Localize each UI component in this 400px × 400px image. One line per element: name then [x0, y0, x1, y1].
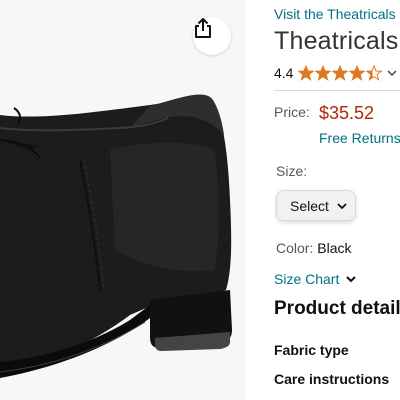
- chevron-down-icon: [337, 202, 347, 209]
- star-icon: [315, 65, 332, 81]
- store-link[interactable]: Visit the Theatricals Store: [274, 6, 400, 22]
- share-button[interactable]: [193, 17, 231, 55]
- color-row: Color: Black: [276, 240, 351, 256]
- star-icon: [332, 65, 349, 81]
- star-icon: [349, 65, 366, 81]
- share-icon: [195, 18, 211, 38]
- tap-shoe-image: [0, 0, 246, 400]
- size-select-value: Select: [290, 197, 329, 214]
- size-label: Size:: [276, 163, 308, 179]
- star-icon: [298, 65, 315, 81]
- color-value: Black: [317, 240, 352, 256]
- free-returns-link[interactable]: Free Returns: [319, 130, 400, 146]
- size-select-dropdown[interactable]: Select: [276, 190, 356, 221]
- price-label: Price:: [274, 104, 310, 120]
- rating-value: 4.4: [274, 65, 294, 81]
- size-chart-link[interactable]: Size Chart: [274, 271, 357, 287]
- chevron-down-icon: [346, 276, 357, 283]
- size-chart-label: Size Chart: [274, 271, 340, 287]
- color-label: Color:: [276, 240, 314, 256]
- product-details-heading: Product details: [274, 298, 400, 319]
- price-value: $35.52: [319, 103, 375, 123]
- star-rating: [298, 65, 383, 81]
- product-info-panel: Visit the Theatricals Store Theatricals …: [274, 0, 400, 400]
- star-icon: [366, 65, 383, 81]
- divider: [274, 90, 400, 91]
- product-image[interactable]: [0, 0, 246, 400]
- spec-label-fabric-type: Fabric type: [274, 342, 349, 358]
- chevron-down-icon[interactable]: [387, 68, 398, 78]
- spec-label-care-instructions: Care instructions: [274, 371, 390, 387]
- rating-row[interactable]: 4.4: [274, 63, 398, 83]
- product-title: Theatricals: [274, 27, 399, 55]
